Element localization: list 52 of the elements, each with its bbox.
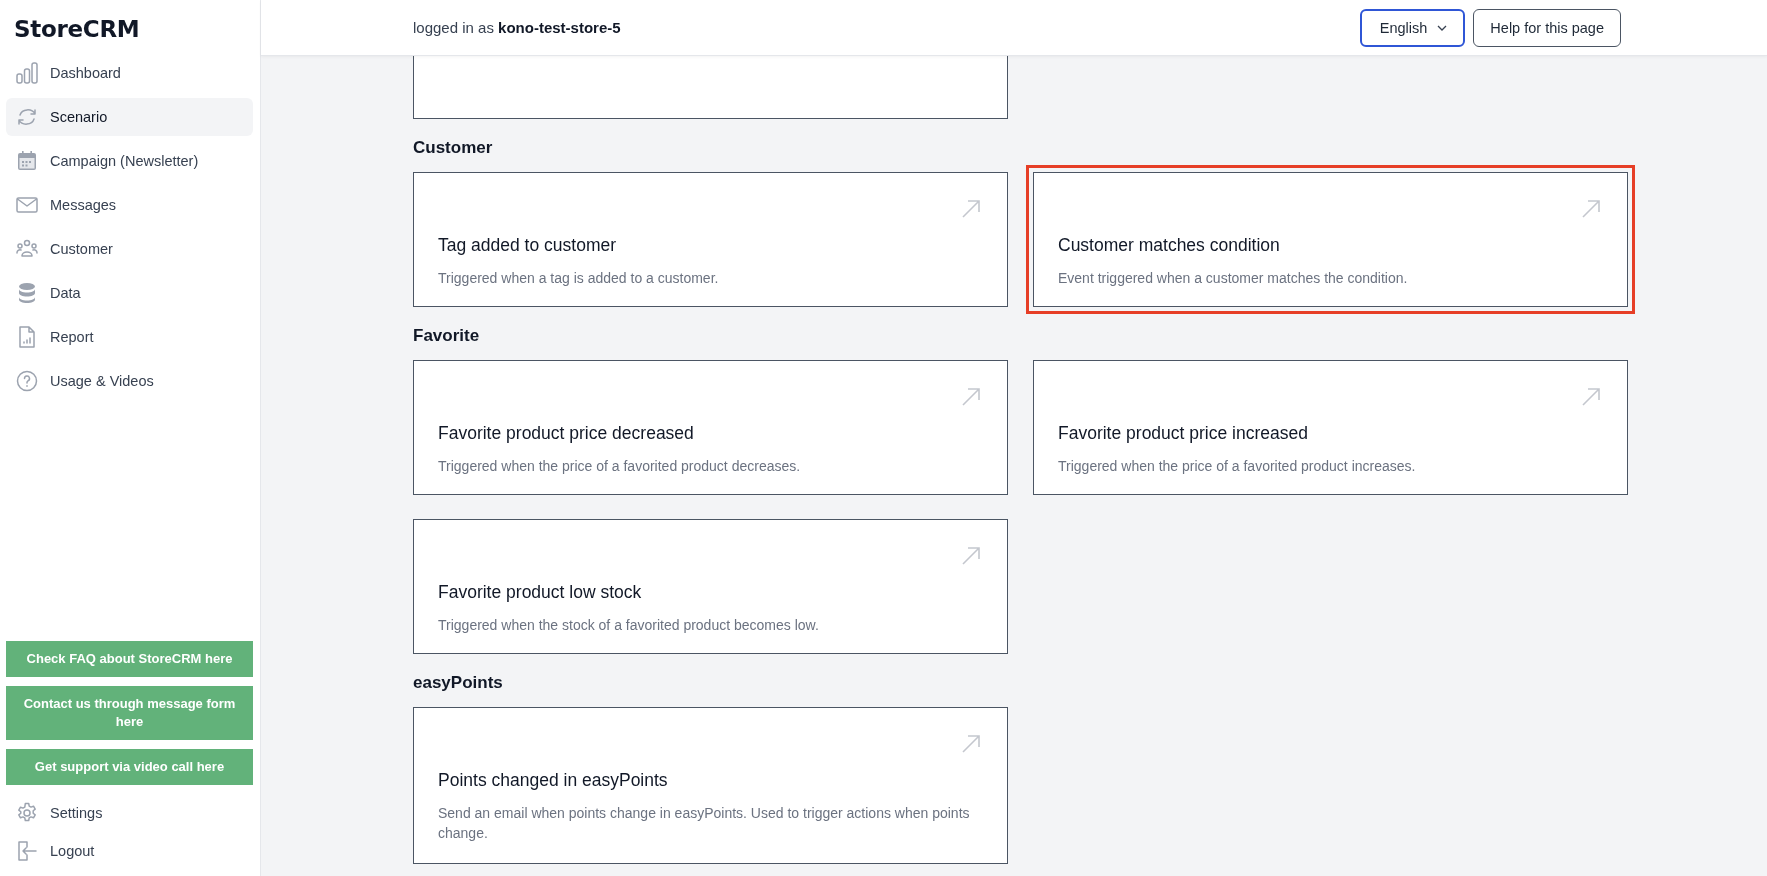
card-description: Triggered when the stock of a favorited product becomes low. [438,616,820,635]
arrow-icon [1581,199,1601,219]
arrow-icon [961,199,981,219]
section-heading: Favorite [413,325,481,347]
calendar-icon [16,150,38,172]
people-icon [16,238,38,260]
trigger-card[interactable]: Tag added to customer Triggered when a tag is added to a customer. [413,172,1008,307]
trigger-card[interactable]: Points changed in easyPoints Send an email when points change in easyPoints. Used to trigger actions when points change. [413,707,1008,864]
card-title: Favorite product low stock [438,582,643,603]
trigger-card[interactable]: Customer matches condition Event triggered when a customer matches the condition. [1033,172,1628,307]
card-title: Customer matches condition [1058,235,1281,256]
language-dropdown[interactable]: English [1359,8,1466,47]
arrow-icon [1581,387,1601,407]
section-heading: easyPoints [413,672,504,694]
card-title: Favorite product price increased [1058,423,1309,444]
card-title: Points changed in easyPoints [438,770,669,791]
arrow-icon [961,387,981,407]
card-description: Send an email when points change in easyPoints. Used to trigger actions when points change. [438,804,971,843]
nav-item[interactable]: Settings [6,794,253,832]
trigger-card[interactable]: Favorite product low stock Triggered when the stock of a favorited product becomes low. [413,519,1008,654]
nav-item[interactable]: Messages [6,186,253,224]
trigger-card[interactable]: Favorite product price increased Triggered when the price of a favorited product increases. [1033,360,1628,495]
logout-icon [16,840,38,862]
nav-item[interactable]: Customer [6,230,253,268]
card-description: Triggered when a tag is added to a customer. [438,269,720,288]
arrow-icon [961,546,981,566]
trigger-card[interactable]: Favorite product price decreased Triggered when the price of a favorited product decreases. [413,360,1008,495]
card-title: Favorite product price decreased [438,423,695,444]
caret-icon [1437,24,1448,31]
nav-item[interactable]: Usage & Videos [6,362,253,400]
envelope-icon [16,194,38,216]
card-description: Event triggered when a customer matches the condition. [1058,269,1409,288]
question-icon [16,370,38,392]
arrow-icon [961,734,981,754]
card-title: Tag added to customer [438,235,618,256]
nav-item[interactable]: Dashboard [6,54,253,92]
document-icon [16,326,38,348]
nav-item[interactable]: Logout [6,832,253,870]
nav-item[interactable]: Campaign (Newsletter) [6,142,253,180]
logo: StoreCRM [13,15,140,44]
help-button[interactable]: Help for this page [1473,8,1621,47]
card-description: Triggered when the price of a favorited product decreases. [438,457,802,476]
nav-item[interactable]: Data [6,274,253,312]
login-status: logged in as kono-test-store-5 [413,19,622,36]
refresh-icon [16,106,38,128]
nav-item[interactable]: Scenario [6,98,253,136]
card-description: Triggered when the price of a favorited product increases. [1058,457,1417,476]
bar-chart-icon [16,62,38,84]
settings-icon [16,802,38,824]
nav-item[interactable]: Report [6,318,253,356]
section-heading: Customer [413,137,494,159]
database-icon [16,282,38,304]
